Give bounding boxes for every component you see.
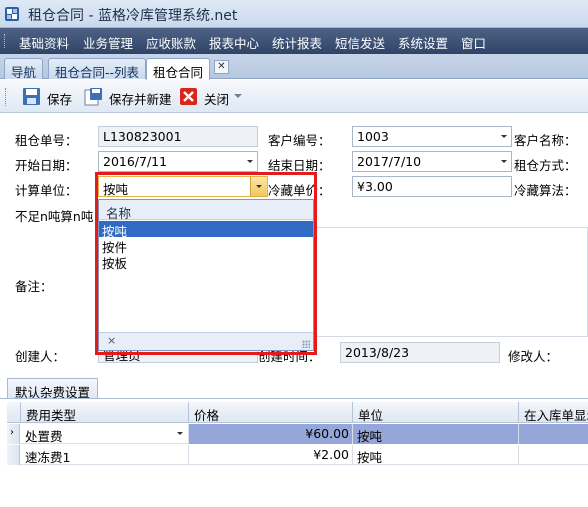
column-header-show-inbound[interactable]: 在入库单显示 <box>519 402 588 423</box>
resize-grip-icon[interactable] <box>302 340 310 348</box>
toolbar-grip <box>5 88 8 106</box>
chevron-down-icon <box>177 432 183 435</box>
end-date-picker[interactable]: 2017/7/10 <box>352 151 512 172</box>
min-ton-label: 不足n吨算n吨： <box>15 209 106 224</box>
toolbar: 保存 保存并新建 关闭 <box>0 80 588 113</box>
cell-fee-type[interactable]: 速冻费1 <box>21 445 189 465</box>
menu-receivables[interactable]: 应收账款 <box>146 33 196 52</box>
save-label: 保存 <box>47 92 73 107</box>
dropdown-close-icon[interactable]: × <box>107 334 116 347</box>
tab-contract-list[interactable]: 租仓合同--列表 <box>48 58 147 80</box>
menu-reports[interactable]: 报表中心 <box>209 33 259 52</box>
start-date-value: 2016/7/11 <box>103 154 168 169</box>
rent-mode-label: 租仓方式： <box>514 158 577 173</box>
customer-no-label: 客户编号： <box>268 133 331 148</box>
fee-type-value: 处置费 <box>25 429 63 444</box>
combo-dropdown-button[interactable] <box>250 177 267 196</box>
calc-unit-label: 计算单位： <box>15 183 78 198</box>
menu-grip <box>4 34 7 48</box>
menu-basic-data[interactable]: 基础资料 <box>19 33 69 52</box>
close-label: 关闭 <box>204 92 230 107</box>
column-header-price[interactable]: 价格 <box>189 402 353 423</box>
save-new-icon <box>84 88 102 106</box>
toolbar-overflow-icon[interactable] <box>234 94 242 98</box>
calc-unit-combo[interactable]: 按吨 <box>98 176 268 197</box>
row-indicator <box>7 445 20 465</box>
save-button[interactable]: 保存 <box>22 86 74 108</box>
menu-statistics[interactable]: 统计报表 <box>272 33 322 52</box>
window-title: 租仓合同 - 蓝格冷库管理系统.net <box>28 8 238 24</box>
save-and-new-label: 保存并新建 <box>109 92 172 107</box>
cold-price-field[interactable]: ¥3.00 <box>352 176 512 197</box>
row-indicator-icon: › <box>7 424 20 444</box>
cell-price[interactable]: ¥60.00 <box>189 424 353 444</box>
cell-unit[interactable]: 按吨 <box>353 445 519 465</box>
start-date-picker[interactable]: 2016/7/11 <box>98 151 258 172</box>
tab-default-fees[interactable]: 默认杂费设置 <box>7 378 99 400</box>
tab-navigation[interactable]: 导航 <box>4 58 44 80</box>
customer-no-value: 1003 <box>357 129 389 144</box>
table-row[interactable]: › 处置费 ¥60.00 按吨 <box>7 424 588 444</box>
contract-no-field[interactable]: L130823001 <box>98 126 258 147</box>
document-tabs: 导航 租仓合同--列表 租仓合同 <box>0 54 588 80</box>
chevron-down-icon <box>501 135 507 138</box>
menu-sms[interactable]: 短信发送 <box>335 33 385 52</box>
app-icon <box>5 7 19 21</box>
menu-business[interactable]: 业务管理 <box>83 33 133 52</box>
cold-algo-label: 冷藏算法： <box>514 183 577 198</box>
save-and-new-button[interactable]: 保存并新建 <box>84 86 172 108</box>
cold-price-label: 冷藏单价： <box>268 183 331 198</box>
subtab-divider <box>0 398 588 399</box>
dropdown-option-by-pallet[interactable]: 按板 <box>99 253 313 271</box>
contract-no-label: 租仓单号： <box>15 133 78 148</box>
dropdown-option-by-ton[interactable]: 按吨 <box>99 221 313 239</box>
title-bar: 租仓合同 - 蓝格冷库管理系统.net <box>0 0 588 28</box>
chevron-down-icon <box>247 160 253 163</box>
cell-show-inbound[interactable] <box>519 424 588 444</box>
save-icon <box>23 88 40 105</box>
table-row[interactable]: 速冻费1 ¥2.00 按吨 <box>7 445 588 465</box>
customer-name-label: 客户名称： <box>514 133 577 148</box>
dropdown-footer: × <box>99 332 313 350</box>
column-header-fee-type[interactable]: 费用类型 <box>21 402 189 423</box>
customer-no-select[interactable]: 1003 <box>352 126 512 147</box>
end-date-value: 2017/7/10 <box>357 154 422 169</box>
cell-show-inbound[interactable] <box>519 445 588 465</box>
chevron-down-icon <box>501 160 507 163</box>
remark-label: 备注： <box>15 279 53 294</box>
creator-label: 创建人： <box>15 349 66 364</box>
grid-corner <box>7 402 21 423</box>
cell-unit[interactable]: 按吨 <box>353 424 519 444</box>
tab-close-button[interactable]: ✕ <box>214 60 229 74</box>
create-time-field: 2013/8/23 <box>340 342 500 363</box>
cell-fee-type[interactable]: 处置费 <box>21 424 189 444</box>
dropdown-option-by-piece[interactable]: 按件 <box>99 237 313 255</box>
column-header-unit[interactable]: 单位 <box>353 402 519 423</box>
close-icon <box>180 88 197 105</box>
dropdown-header: 名称 <box>99 200 313 221</box>
close-button[interactable]: 关闭 <box>179 86 231 108</box>
grid-header: 费用类型 价格 单位 在入库单显示 <box>7 402 588 423</box>
menu-settings[interactable]: 系统设置 <box>398 33 448 52</box>
calc-unit-value: 按吨 <box>103 182 129 197</box>
cell-price[interactable]: ¥2.00 <box>189 445 353 465</box>
tab-contract[interactable]: 租仓合同 <box>146 58 211 80</box>
end-date-label: 结束日期： <box>268 158 331 173</box>
modifier-label: 修改人： <box>508 349 559 364</box>
start-date-label: 开始日期： <box>15 158 78 173</box>
menu-bar: 基础资料 业务管理 应收账款 报表中心 统计报表 短信发送 系统设置 窗口 <box>0 28 588 54</box>
menu-window[interactable]: 窗口 <box>461 33 486 52</box>
calc-unit-dropdown: 名称 按吨 按件 按板 × <box>98 199 314 351</box>
fees-grid: 费用类型 价格 单位 在入库单显示 › 处置费 ¥60.00 按吨 速冻费1 ¥… <box>7 402 588 507</box>
